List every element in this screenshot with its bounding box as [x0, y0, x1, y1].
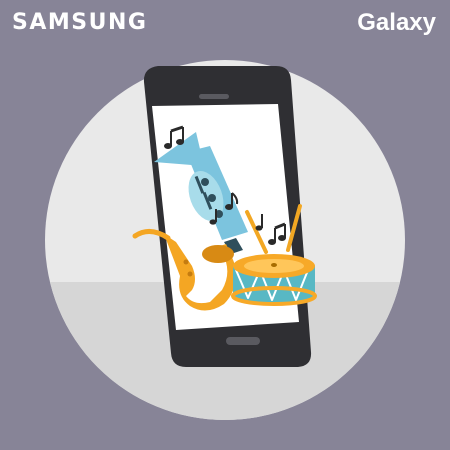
phone-music-illustration	[45, 60, 405, 420]
promo-image: SAMSUNG Galaxy	[0, 0, 450, 450]
phone-home-button	[226, 337, 260, 345]
phone-speaker	[199, 94, 229, 99]
drum-icon	[231, 254, 317, 306]
